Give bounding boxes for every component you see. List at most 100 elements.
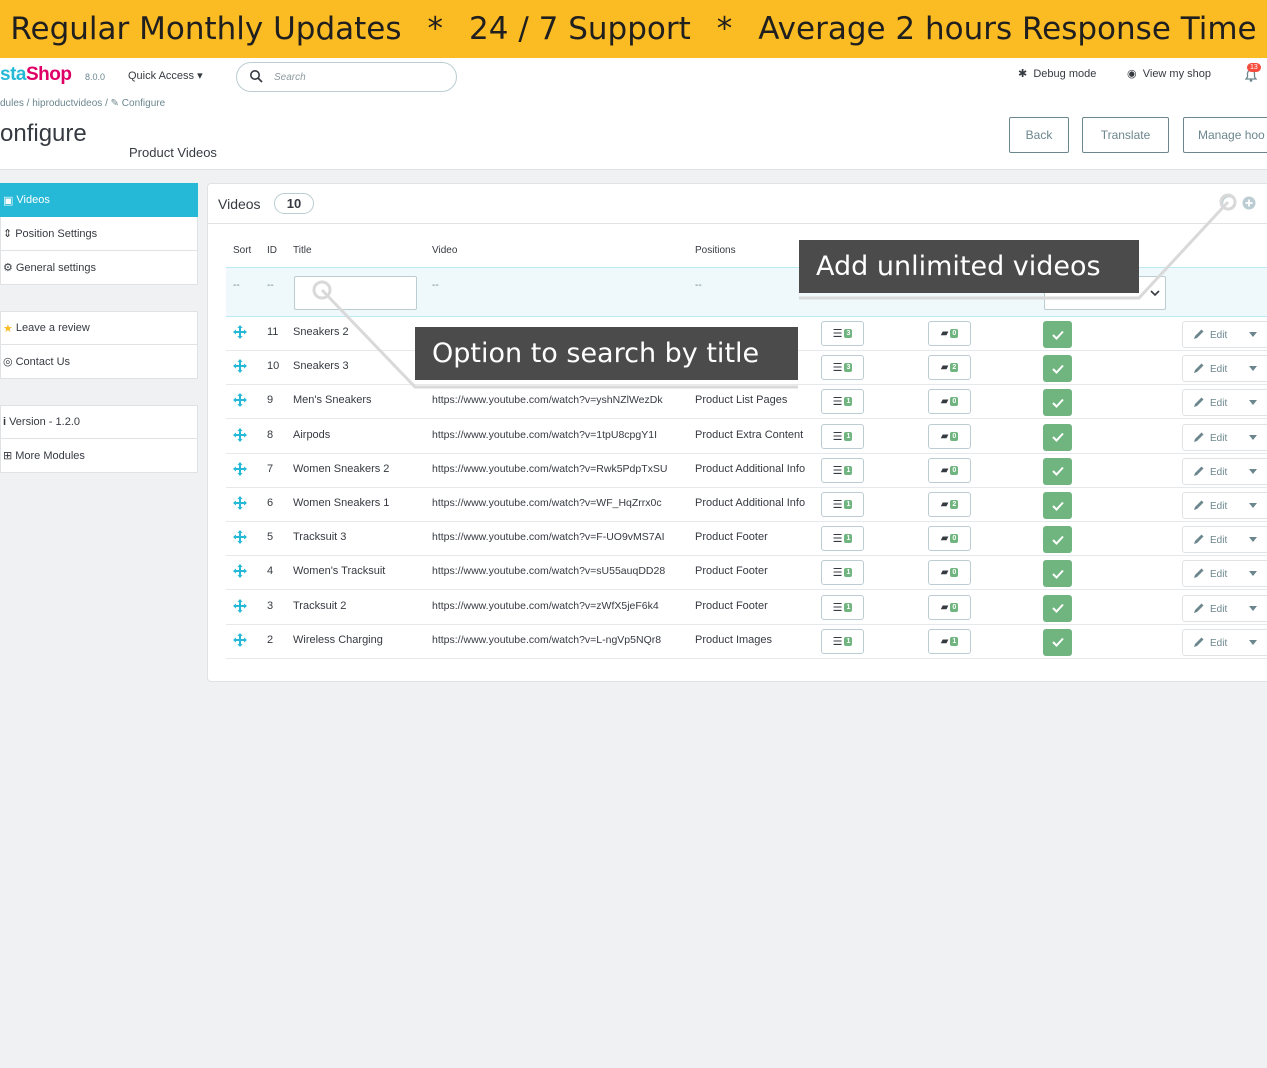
logo-accent: Shop [25,64,72,85]
drag-handle-icon[interactable] [233,393,247,408]
caret-down-icon[interactable] [1249,571,1257,577]
edit-button[interactable]: Edit [1182,526,1267,554]
row-id: 3 [267,599,274,612]
refresh-icon[interactable] [1221,195,1237,211]
edit-button[interactable]: Edit [1182,389,1267,417]
sidebar-item-label: Version - 1.2.0 [9,416,80,428]
categories-button[interactable]: ▰ 2 [928,492,971,517]
products-list-button[interactable]: ☰ 1 [821,560,864,586]
sidebar-item-videos[interactable]: ▣ Videos [0,183,198,217]
caret-down-icon[interactable] [1249,468,1257,475]
products-list-button[interactable]: ☰ 3 [821,355,864,381]
status-toggle[interactable] [1043,628,1072,656]
column-video[interactable]: Video [432,245,457,256]
search-input[interactable]: Search [236,62,457,92]
caret-down-icon[interactable] [1249,537,1257,543]
edit-button[interactable]: Edit [1182,560,1267,588]
caret-down-icon[interactable] [1249,366,1257,372]
categories-count: 0 [950,397,959,407]
title-filter-input[interactable] [294,276,417,310]
caret-down-icon[interactable] [1249,400,1257,406]
drag-handle-icon[interactable] [233,325,247,339]
logo[interactable]: staShop [0,64,72,86]
caret-down-icon[interactable] [1249,434,1257,441]
products-list-button[interactable]: ☰ 1 [821,594,864,620]
row-id: 2 [267,633,274,646]
products-count: 3 [844,329,853,338]
drag-handle-icon[interactable] [233,496,247,510]
drag-handle-icon[interactable] [233,461,247,476]
debug-mode-link[interactable]: ✱ Debug mode [1018,67,1096,80]
status-toggle[interactable] [1043,526,1072,554]
row-title: Sneakers 2 [293,326,349,338]
categories-button[interactable]: ▰ 0 [928,526,971,552]
products-list-button[interactable]: ☰ 1 [821,389,864,415]
plus-square-icon: ⊞ [3,450,13,462]
caret-down-icon[interactable] [1249,639,1257,646]
column-sort[interactable]: Sort [233,245,251,256]
sidebar-item-position-settings[interactable]: ⇕ Position Settings [0,217,198,251]
status-toggle[interactable] [1043,355,1072,383]
products-count: 1 [844,568,853,578]
drag-handle-icon[interactable] [233,598,247,613]
edit-button[interactable]: Edit [1182,594,1267,622]
add-video-icon[interactable] [1241,195,1257,211]
sidebar-item-leave-review[interactable]: ★ Leave a review [0,311,198,345]
column-title[interactable]: Title [293,245,312,256]
categories-button[interactable]: ▰ 0 [928,321,971,346]
edit-button[interactable]: Edit [1182,492,1267,519]
products-list-button[interactable]: ☰ 3 [821,321,864,346]
products-list-button[interactable]: ☰ 1 [821,457,864,483]
breadcrumb-path[interactable]: dules / hiproductvideos / [0,98,111,109]
status-toggle[interactable] [1043,423,1072,451]
view-shop-label: View my shop [1142,68,1212,80]
drag-handle-icon[interactable] [233,359,247,374]
categories-button[interactable]: ▰ 0 [928,423,971,449]
edit-button[interactable]: Edit [1182,423,1267,451]
products-list-button[interactable]: ☰ 1 [821,423,864,449]
row-title: Wireless Charging [293,633,383,646]
products-list-button[interactable]: ☰ 1 [821,628,864,654]
banner-separator: * [716,11,733,47]
caret-down-icon[interactable] [1249,605,1257,612]
status-toggle[interactable] [1043,389,1072,417]
sidebar-item-contact-us[interactable]: ◎ Contact Us [0,345,198,379]
sidebar-item-general-settings[interactable]: ⚙ General settings [0,251,198,285]
status-toggle[interactable] [1043,594,1072,622]
column-id[interactable]: ID [267,245,277,256]
categories-button[interactable]: ▰ 2 [928,355,971,381]
products-list-button[interactable]: ☰ 1 [821,492,864,517]
notification-badge: 13 [1247,63,1261,72]
drag-handle-icon[interactable] [233,530,247,545]
back-button[interactable]: Back [1009,117,1069,153]
manage-hooks-button[interactable]: Manage hoo [1183,117,1267,153]
edit-button[interactable]: Edit [1182,628,1267,656]
translate-button[interactable]: Translate [1082,117,1169,153]
categories-button[interactable]: ▰ 0 [928,457,971,483]
drag-handle-icon[interactable] [233,564,247,579]
edit-button[interactable]: Edit [1182,355,1267,383]
drag-handle-icon[interactable] [233,632,247,647]
view-shop-link[interactable]: ◉ View my shop [1127,67,1211,80]
drag-handle-icon[interactable] [233,427,247,442]
categories-button[interactable]: ▰ 0 [928,560,971,586]
categories-button[interactable]: ▰ 0 [928,389,971,415]
edit-button[interactable]: Edit [1182,321,1267,348]
status-toggle[interactable] [1043,492,1072,519]
sidebar-item-more-modules[interactable]: ⊞ More Modules [0,439,198,473]
categories-button[interactable]: ▰ 1 [928,628,971,654]
edit-button[interactable]: Edit [1182,457,1267,485]
pencil-icon [1194,568,1204,579]
column-positions[interactable]: Positions [695,245,736,256]
quick-access-menu[interactable]: Quick Access ▾ [128,69,203,82]
filter-video-placeholder: -- [432,280,439,291]
folder-icon: ▰ [940,430,949,442]
caret-down-icon[interactable] [1249,503,1257,509]
products-list-button[interactable]: ☰ 1 [821,526,864,552]
categories-button[interactable]: ▰ 0 [928,594,971,620]
status-toggle[interactable] [1043,457,1072,485]
row-title: Sneakers 3 [293,360,349,373]
status-toggle[interactable] [1043,560,1072,588]
caret-down-icon[interactable] [1249,332,1257,338]
status-toggle[interactable] [1043,321,1072,348]
